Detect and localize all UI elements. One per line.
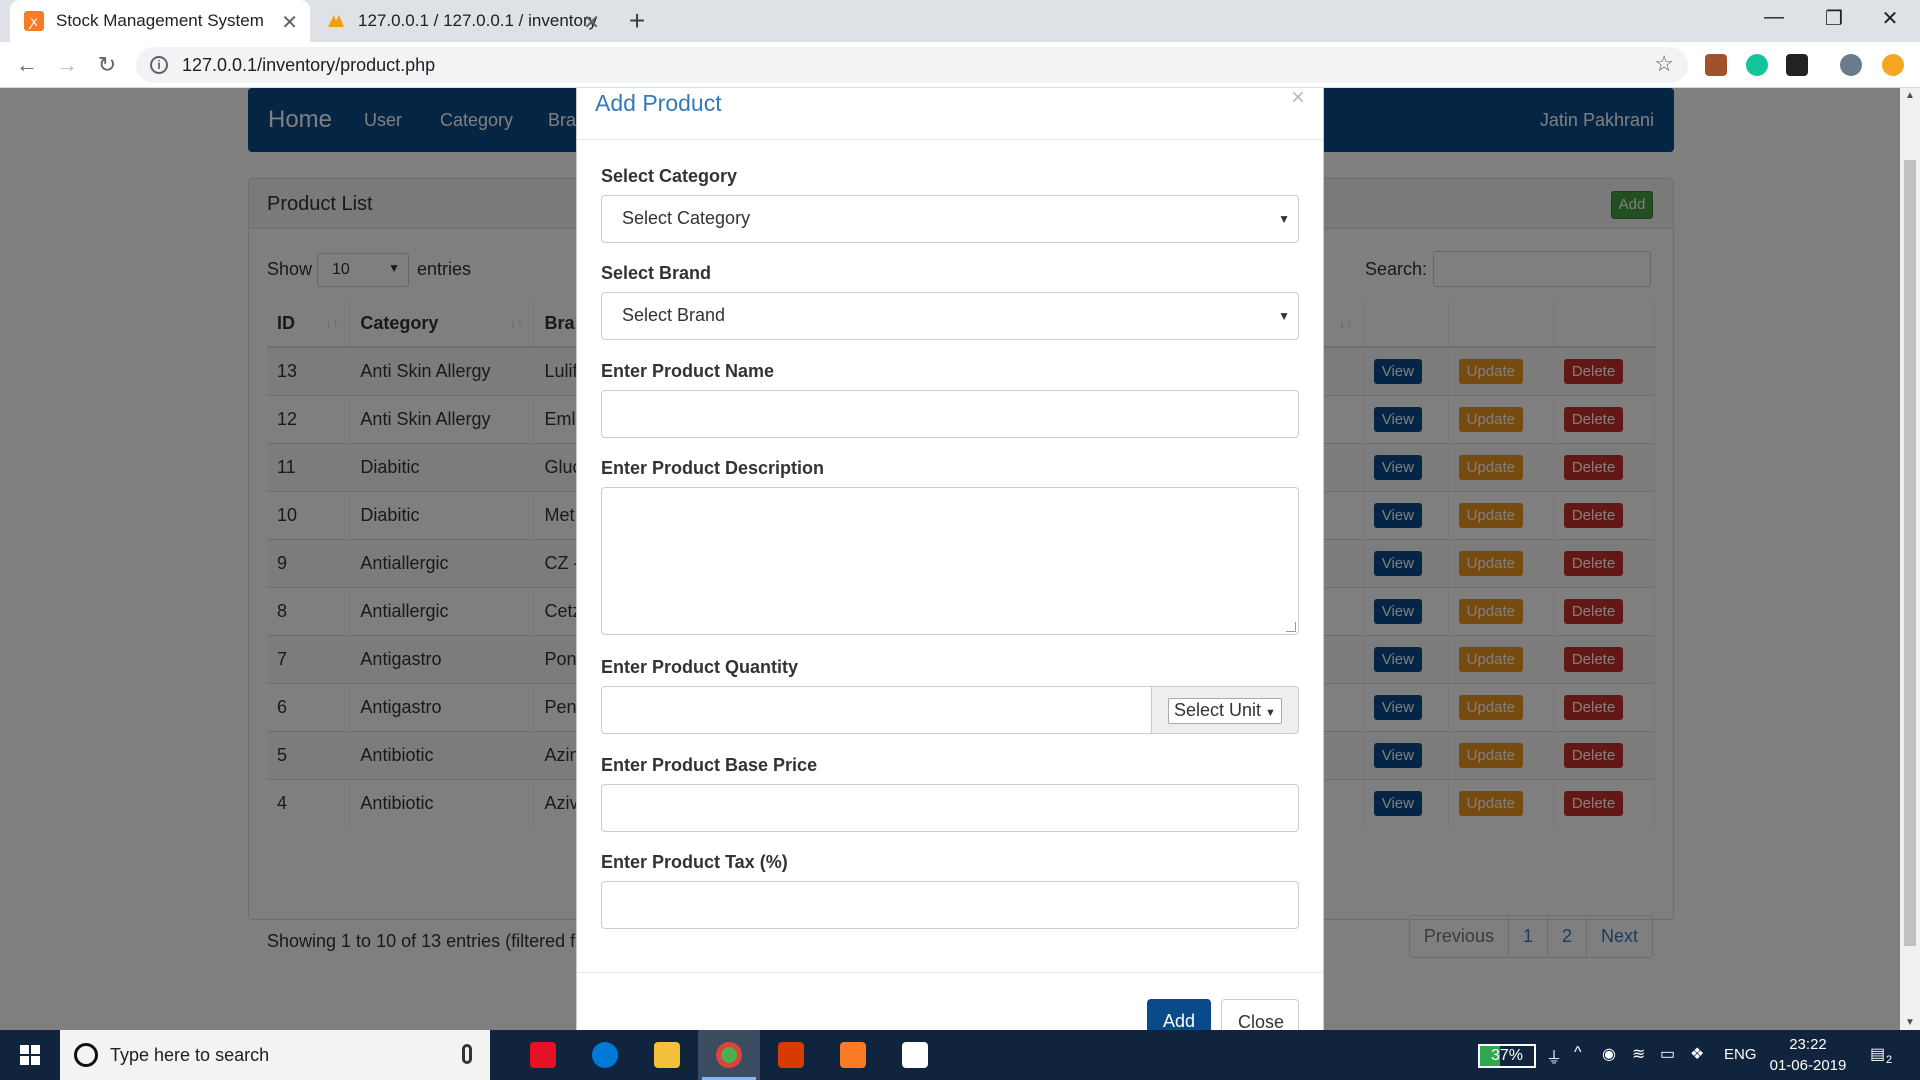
info-icon[interactable]: i xyxy=(150,56,168,74)
tab-title: 127.0.0.1 / 127.0.0.1 / inventory / xyxy=(358,11,598,30)
product-name-label: Enter Product Name xyxy=(601,361,775,381)
cortana-icon xyxy=(74,1043,98,1067)
taskbar-app-video[interactable] xyxy=(884,1030,946,1080)
edge-icon xyxy=(592,1042,618,1068)
category-select[interactable]: Select Category ▼ xyxy=(601,195,1299,243)
tab-phpmyadmin[interactable]: 127.0.0.1 / 127.0.0.1 / inventory / ✕ xyxy=(312,0,612,42)
language-indicator[interactable]: ENG xyxy=(1724,1046,1757,1063)
modal-title: Add Product xyxy=(595,90,722,116)
modal-footer: Add Close xyxy=(577,972,1323,1030)
clock-time: 23:22 xyxy=(1789,1036,1827,1053)
base-price-input[interactable] xyxy=(601,784,1299,832)
xampp-icon xyxy=(840,1042,866,1068)
start-button[interactable] xyxy=(0,1030,60,1080)
taskbar-app-office[interactable] xyxy=(760,1030,822,1080)
close-icon[interactable]: × xyxy=(1291,88,1305,112)
battery-text: 37% xyxy=(1490,1047,1524,1064)
taskbar-app-edge[interactable] xyxy=(574,1030,636,1080)
notifications-icon[interactable]: ▤ xyxy=(1870,1044,1885,1064)
category-label: Select Category xyxy=(601,166,738,186)
reload-icon[interactable]: ↻ xyxy=(92,50,122,80)
product-quantity-label: Enter Product Quantity xyxy=(601,657,799,677)
microphone-icon[interactable] xyxy=(462,1044,472,1064)
xampp-icon: ꭗ xyxy=(24,11,44,31)
address-bar[interactable]: i 127.0.0.1/inventory/product.php ☆ xyxy=(136,47,1688,83)
folder-icon xyxy=(654,1042,680,1068)
close-window-icon[interactable]: ✕ xyxy=(1870,6,1910,31)
reader-icon xyxy=(530,1042,556,1068)
page-scrollbar[interactable]: ▲ ▼ xyxy=(1900,88,1920,1030)
brand-label: Select Brand xyxy=(601,263,712,283)
resize-handle-icon[interactable] xyxy=(1286,622,1296,632)
record-icon[interactable]: ◉ xyxy=(1602,1044,1616,1064)
unit-select[interactable]: Select Unit ▼ xyxy=(1168,698,1282,724)
new-tab-button[interactable]: + xyxy=(622,6,652,36)
taskbar-search[interactable]: Type here to search xyxy=(60,1030,490,1080)
office-icon xyxy=(778,1042,804,1068)
caret-down-icon: ▼ xyxy=(1278,309,1290,323)
forward-icon[interactable]: → xyxy=(52,50,82,80)
url-text: 127.0.0.1/inventory/product.php xyxy=(182,54,436,75)
video-editor-icon xyxy=(902,1042,928,1068)
tab-title: Stock Management System xyxy=(56,11,264,30)
svg-text:ꭗ: ꭗ xyxy=(28,14,38,30)
taskbar-app-explorer[interactable] xyxy=(636,1030,698,1080)
tab-stock-management[interactable]: ꭗ Stock Management System ✕ xyxy=(10,0,310,42)
update-extension-icon[interactable] xyxy=(1882,54,1904,76)
chevron-up-icon[interactable]: ^ xyxy=(1574,1044,1582,1062)
product-description-label: Enter Product Description xyxy=(601,458,825,478)
dropbox-icon[interactable]: ❖ xyxy=(1690,1044,1704,1064)
windows-taskbar: Type here to search 37% ⏚ ^ ◉ ≋ ▭ ❖ ENG … xyxy=(0,1030,1920,1080)
chrome-icon xyxy=(716,1042,742,1068)
close-tab-icon[interactable]: ✕ xyxy=(281,10,298,35)
modal-header: Add Product × xyxy=(577,88,1323,140)
close-tab-icon[interactable]: ✕ xyxy=(583,10,600,35)
product-description-textarea[interactable] xyxy=(601,487,1299,635)
tax-input[interactable] xyxy=(601,881,1299,929)
browser-toolbar: ← → ↻ i 127.0.0.1/inventory/product.php … xyxy=(0,42,1920,88)
maximize-icon[interactable]: ❐ xyxy=(1814,6,1854,31)
clock-date: 01-06-2019 xyxy=(1769,1057,1847,1074)
clock[interactable]: 23:22 01-06-2019 xyxy=(1768,1034,1848,1076)
minimize-icon[interactable]: — xyxy=(1754,6,1794,29)
unit-select-value: Select Unit xyxy=(1174,700,1262,720)
notification-count: 2 xyxy=(1886,1054,1893,1066)
plug-icon[interactable]: ⏚ xyxy=(1546,1044,1562,1068)
battery-indicator[interactable]: 37% xyxy=(1478,1044,1536,1068)
pdf-extension-icon[interactable] xyxy=(1705,54,1727,76)
scrollbar-thumb[interactable] xyxy=(1904,160,1916,946)
scroll-down-icon[interactable]: ▼ xyxy=(1900,1017,1920,1028)
bookmark-star-icon[interactable]: ☆ xyxy=(1654,51,1674,77)
product-quantity-input[interactable] xyxy=(601,686,1152,734)
close-button[interactable]: Close xyxy=(1221,999,1299,1030)
add-button[interactable]: Add xyxy=(1147,999,1211,1030)
product-name-input[interactable] xyxy=(601,390,1299,438)
brand-select-value: Select Brand xyxy=(622,305,726,325)
brand-select[interactable]: Select Brand ▼ xyxy=(601,292,1299,340)
category-select-value: Select Category xyxy=(622,208,751,228)
tax-label: Enter Product Tax (%) xyxy=(601,852,788,872)
taskbar-app-chrome[interactable] xyxy=(698,1030,760,1080)
browser-tab-bar: ꭗ Stock Management System ✕ 127.0.0.1 / … xyxy=(0,0,1920,42)
phpmyadmin-icon xyxy=(328,15,344,27)
taskbar-search-placeholder: Type here to search xyxy=(110,1044,270,1065)
unit-addon: Select Unit ▼ xyxy=(1151,686,1299,734)
grammarly-extension-icon[interactable] xyxy=(1746,54,1768,76)
extension-badge-icon[interactable] xyxy=(1786,54,1808,76)
caret-down-icon: ▼ xyxy=(1265,707,1276,719)
caret-down-icon: ▼ xyxy=(1278,212,1290,226)
add-product-modal: Add Product × Select Category Select Cat… xyxy=(576,88,1324,1030)
taskbar-app-reader[interactable] xyxy=(512,1030,574,1080)
profile-avatar[interactable] xyxy=(1840,54,1862,76)
base-price-label: Enter Product Base Price xyxy=(601,755,818,775)
scroll-up-icon[interactable]: ▲ xyxy=(1900,90,1920,101)
tablet-icon[interactable]: ▭ xyxy=(1660,1044,1675,1064)
taskbar-app-xampp[interactable] xyxy=(822,1030,884,1080)
windows-icon xyxy=(20,1045,40,1065)
wifi-icon[interactable]: ≋ xyxy=(1632,1044,1645,1064)
back-icon[interactable]: ← xyxy=(12,50,42,80)
